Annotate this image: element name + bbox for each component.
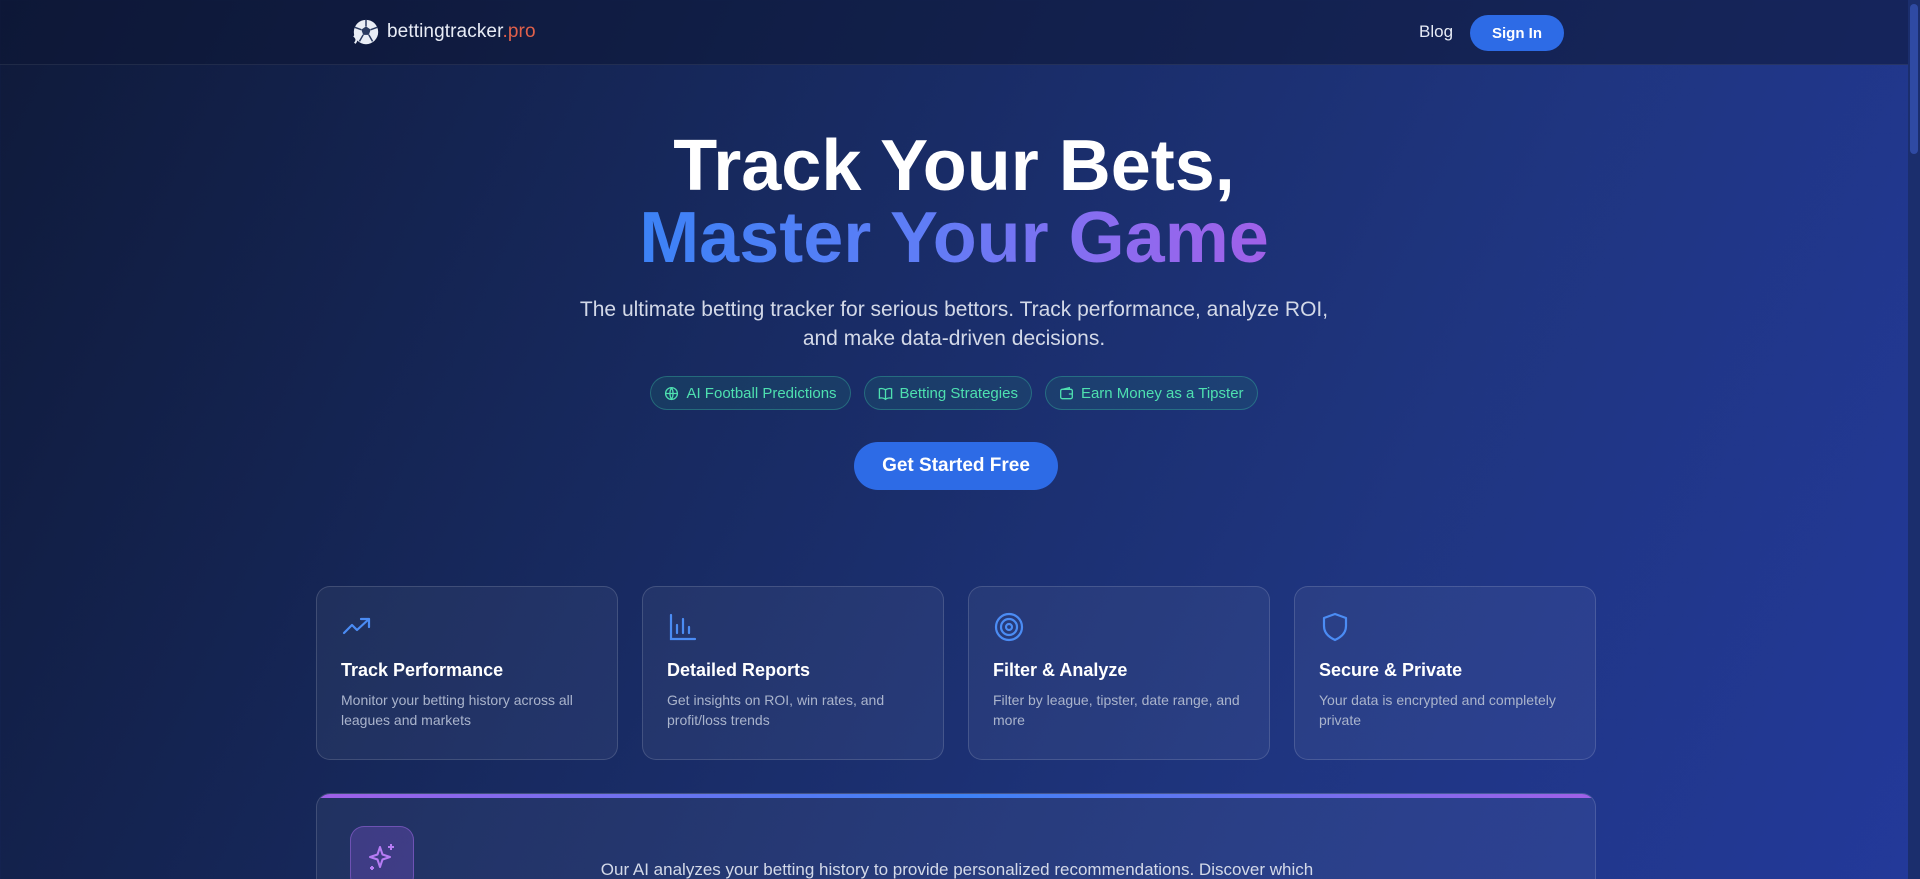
hero-title-line1: Track Your Bets,	[673, 126, 1235, 206]
pill-label: Earn Money as a Tipster	[1080, 384, 1244, 402]
nav-link-blog[interactable]: Blog	[1419, 22, 1453, 42]
brand-tld: .pro	[502, 21, 536, 42]
feature-description: Get insights on ROI, win rates, and prof…	[667, 692, 885, 728]
trending-up-icon	[342, 617, 371, 635]
bar-chart-icon	[669, 613, 697, 641]
feature-title: Filter & Analyze	[993, 660, 1128, 680]
top-navigation-bar: bettingtracker.pro Blog Sign In	[0, 0, 1908, 65]
ai-insights-card: Our AI analyzes your betting history to …	[316, 793, 1596, 879]
pill-earn-money-tipster[interactable]: Earn Money as a Tipster	[1044, 376, 1258, 410]
feature-pill-row: AI Football Predictions Betting Strategi…	[0, 376, 1908, 410]
ai-section-text: Our AI analyzes your betting history to …	[600, 860, 1314, 879]
get-started-button[interactable]: Get Started Free	[854, 442, 1058, 490]
feature-description: Monitor your betting history across all …	[341, 692, 573, 728]
feature-card-detailed-reports: Detailed Reports Get insights on ROI, wi…	[642, 586, 944, 760]
hero-title-gradient-text: Master Your Game	[639, 198, 1269, 278]
hero-subtitle-line2: and make data-driven decisions.	[802, 327, 1106, 350]
brand-logo-link[interactable]: bettingtracker.pro	[351, 17, 536, 47]
feature-card-track-performance: Track Performance Monitor your betting h…	[316, 586, 618, 760]
brand-name: bettingtracker.pro	[387, 21, 536, 42]
scrollbar-thumb[interactable]	[1910, 4, 1918, 154]
sign-in-button[interactable]: Sign In	[1470, 15, 1564, 51]
ai-card-gradient-bar	[317, 794, 1595, 798]
shield-icon	[1322, 612, 1348, 642]
feature-title: Secure & Private	[1319, 660, 1463, 680]
hero-subtitle: The ultimate betting tracker for serious…	[554, 295, 1354, 353]
pill-ai-football-predictions[interactable]: AI Football Predictions	[650, 376, 851, 410]
hero-subtitle-line1: The ultimate betting tracker for serious…	[579, 298, 1329, 321]
feature-description: Filter by league, tipster, date range, a…	[993, 692, 1240, 728]
feature-card-secure-private: Secure & Private Your data is encrypted …	[1294, 586, 1596, 760]
feature-title: Detailed Reports	[667, 660, 811, 680]
soccer-ball-icon	[353, 19, 379, 45]
book-icon	[878, 387, 892, 400]
feature-description: Your data is encrypted and completely pr…	[1319, 692, 1556, 728]
hero-title-line2: Master Your Game	[0, 202, 1908, 274]
feature-card-filter-analyze: Filter & Analyze Filter by league, tipst…	[968, 586, 1270, 760]
feature-cards: Track Performance Monitor your betting h…	[316, 586, 1596, 760]
page-scrollbar[interactable]	[1908, 0, 1920, 879]
pill-label: Betting Strategies	[899, 384, 1018, 402]
globe-icon	[665, 386, 679, 400]
wallet-icon	[1059, 386, 1073, 399]
pill-label: AI Football Predictions	[686, 384, 837, 402]
pill-betting-strategies[interactable]: Betting Strategies	[863, 376, 1032, 410]
target-icon	[994, 612, 1024, 642]
feature-title: Track Performance	[341, 660, 504, 680]
